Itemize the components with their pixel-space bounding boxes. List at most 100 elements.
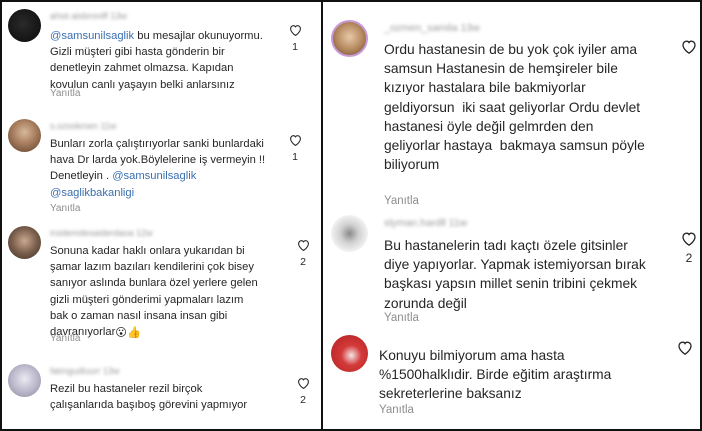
comment-line: biliyorum xyxy=(384,155,645,174)
text-segment: hava Dr larda yok.Böylelerine iş vermeyi… xyxy=(50,154,266,167)
text-segment: bu mesajlar okunuyormu. xyxy=(134,30,263,42)
reply-button[interactable]: Yanıtla xyxy=(384,312,419,324)
heart-icon[interactable] xyxy=(681,231,697,246)
comment-username[interactable]: irsidemdesaiderdaoa 12w xyxy=(50,228,153,238)
comment-text: Ordu hastanesin de bu yok çok iyiler ama… xyxy=(384,40,645,174)
avatar[interactable] xyxy=(331,20,368,57)
comment-line: şamar lazım bazıları kendilerini çok bis… xyxy=(50,259,258,275)
like-area xyxy=(680,39,698,59)
avatar[interactable] xyxy=(331,215,368,252)
comment-line: kovulun canlı yaşayın belki anlarsınız xyxy=(50,77,263,93)
like-area: 2 xyxy=(680,231,698,265)
comment-line: hava Dr larda yok.Böylelerine iş vermeyi… xyxy=(50,152,265,168)
text-segment: samsun Hastanesin de hemşireler bile xyxy=(384,61,618,77)
like-count: 2 xyxy=(300,256,306,268)
comment-line: bak o zaman nasıl insana insan gibi xyxy=(50,308,258,324)
comment-text: Bu hastanelerin tadı kaçtı özele gitsinl… xyxy=(384,236,646,313)
text-segment: denetleyin zahmet olmazsa. Kapıdan xyxy=(50,62,234,75)
heart-icon[interactable] xyxy=(289,24,302,36)
text-segment: geldiyorsun iki saat geliyorlar Ordu dev… xyxy=(384,99,641,115)
text-segment: bak o zaman nasıl insana insan gibi xyxy=(50,309,228,322)
text-segment: Denetleyin . xyxy=(50,170,113,183)
heart-icon[interactable] xyxy=(681,39,697,54)
text-segment: şamar lazım bazıları kendilerini çok bis… xyxy=(50,261,254,274)
comment-text: Konuyu bilmiyorum ama hasta %1500halklıdi… xyxy=(379,346,611,404)
avatar[interactable] xyxy=(8,364,41,397)
comment-username[interactable]: slyman.hardll 11w xyxy=(384,217,467,229)
comment-line: gizli müşteri gönderimi yapmaları lazım xyxy=(50,292,258,308)
like-count: 1 xyxy=(292,151,298,163)
avatar[interactable] xyxy=(8,226,41,259)
comments-panel-left: ahsir.aisbroniff 13w @samsunilsaglik bu … xyxy=(0,0,323,431)
comment-line: @saglikbakanligi xyxy=(50,185,265,201)
text-segment: Bunları zorla çalıştırıyorlar sanki bunl… xyxy=(50,138,264,150)
comment-line: Bu hastanelerin tadı kaçtı özele gitsinl… xyxy=(384,236,646,255)
like-area: 1 xyxy=(288,24,302,53)
text-segment: Ordu hastanesin de bu yok çok iyiler ama xyxy=(384,42,638,57)
avatar[interactable] xyxy=(8,119,41,152)
comment-line: çalışanlarıda başıboş görevini yapmıyor xyxy=(50,397,247,413)
text-segment: gizli müşteri gönderimi yapmaları lazım xyxy=(50,293,244,306)
comment-line: denetleyin zahmet olmazsa. Kapıdan xyxy=(50,60,263,76)
comment-line: Sonuna kadar haklı onlara yukarıdan bi xyxy=(50,243,258,259)
comment-text: Bunları zorla çalıştırıyorlar sanki bunl… xyxy=(50,136,265,201)
like-count: 1 xyxy=(292,41,298,53)
avatar[interactable] xyxy=(8,9,41,42)
heart-icon[interactable] xyxy=(677,340,693,355)
comment-username[interactable]: s.ozsokmen 11w xyxy=(50,121,116,131)
comment-line: diye yapıyorlar. Yapmak istemiyorsan bır… xyxy=(384,255,646,274)
comment-username[interactable]: _ozmen_samila 13w xyxy=(384,22,480,34)
comment-line: @samsunilsaglik bu mesajlar okunuyormu. xyxy=(50,28,263,44)
comment-line: samsun Hastanesin de hemşireler bile xyxy=(384,59,645,78)
heart-icon[interactable] xyxy=(297,377,310,389)
text-segment: Rezil bu hastaneler rezil birçok xyxy=(50,383,203,395)
heart-icon[interactable] xyxy=(297,239,310,251)
text-segment: başkası yapsın millet senin tribini çekm… xyxy=(384,276,638,292)
reply-button[interactable]: Yanıtla xyxy=(384,195,419,207)
comment-text: Rezil bu hastaneler rezil birçok çalışanl… xyxy=(50,381,247,413)
reply-button[interactable]: Yanıtla xyxy=(50,203,80,214)
heart-icon[interactable] xyxy=(289,134,302,146)
comment-text: Sonuna kadar haklı onlara yukarıdan bi şa… xyxy=(50,243,258,341)
comment-line: davranıyorlar😮👍 xyxy=(50,324,258,341)
comment-line: Gizli müşteri gibi hasta gönderin bir xyxy=(50,44,263,60)
text-segment: Sonuna kadar haklı onlara yukarıdan bi xyxy=(50,245,245,257)
reply-button[interactable]: Yanıtla xyxy=(50,333,80,344)
text-segment: sanıyor aslında bunlara özel yerlere gel… xyxy=(50,277,258,290)
text-segment: kızıyor hastalara bile bakmiyorlar xyxy=(384,80,586,96)
like-area: 1 xyxy=(288,134,302,163)
like-count: 2 xyxy=(685,251,693,265)
text-segment: hastanesi öyle değil gelmrden den xyxy=(384,118,594,134)
comment-line: Bunları zorla çalıştırıyorlar sanki bunl… xyxy=(50,136,265,152)
comment-line: geldiyorsun iki saat geliyorlar Ordu dev… xyxy=(384,98,645,117)
text-segment: Gizli müşteri gibi hasta gönderin bir xyxy=(50,46,225,59)
comment-line: %1500halklıdir. Birde eğitim araştırma xyxy=(379,365,611,384)
like-area xyxy=(676,340,694,360)
like-area: 2 xyxy=(296,239,310,268)
comment-line: Denetleyin . @samsunilsaglik xyxy=(50,168,265,184)
text-segment: Konuyu bilmiyorum ama hasta xyxy=(379,348,565,363)
comment-line: sekreterlerine baksanız xyxy=(379,384,611,403)
text-segment: %1500halklıdir. Birde eğitim araştırma xyxy=(379,367,612,383)
reply-button[interactable]: Yanıtla xyxy=(379,404,414,416)
text-segment: biliyorum xyxy=(384,157,440,173)
text-segment: geliyorlar hastaya bakmaya samsun pöyle xyxy=(384,138,645,154)
mention-link[interactable]: @samsunilsaglik xyxy=(112,170,196,182)
like-area: 2 xyxy=(296,377,310,406)
comment-line: kızıyor hastalara bile bakmiyorlar xyxy=(384,78,645,97)
comment-username[interactable]: ahsir.aisbroniff 13w xyxy=(50,11,127,21)
mention-link[interactable]: @samsunilsaglik xyxy=(50,30,134,42)
avatar[interactable] xyxy=(331,335,368,372)
emoji: 😮👍 xyxy=(115,327,141,340)
comment-line: geliyorlar hastaya bakmaya samsun pöyle xyxy=(384,136,645,155)
comment-username[interactable]: fatmgudluurr 13w xyxy=(50,366,120,376)
comment-text: @samsunilsaglik bu mesajlar okunuyormu. G… xyxy=(50,28,263,93)
reply-button[interactable]: Yanıtla xyxy=(50,88,80,99)
mention-link[interactable]: @saglikbakanligi xyxy=(50,187,134,199)
text-segment: çalışanlarıda başıboş görevini yapmıyor xyxy=(50,399,248,412)
comment-line: Konuyu bilmiyorum ama hasta xyxy=(379,346,611,365)
comment-line: Rezil bu hastaneler rezil birçok xyxy=(50,381,247,397)
comment-line: Ordu hastanesin de bu yok çok iyiler ama xyxy=(384,40,645,59)
text-segment: sekreterlerine baksanız xyxy=(379,386,522,402)
comment-line: sanıyor aslında bunlara özel yerlere gel… xyxy=(50,275,258,291)
